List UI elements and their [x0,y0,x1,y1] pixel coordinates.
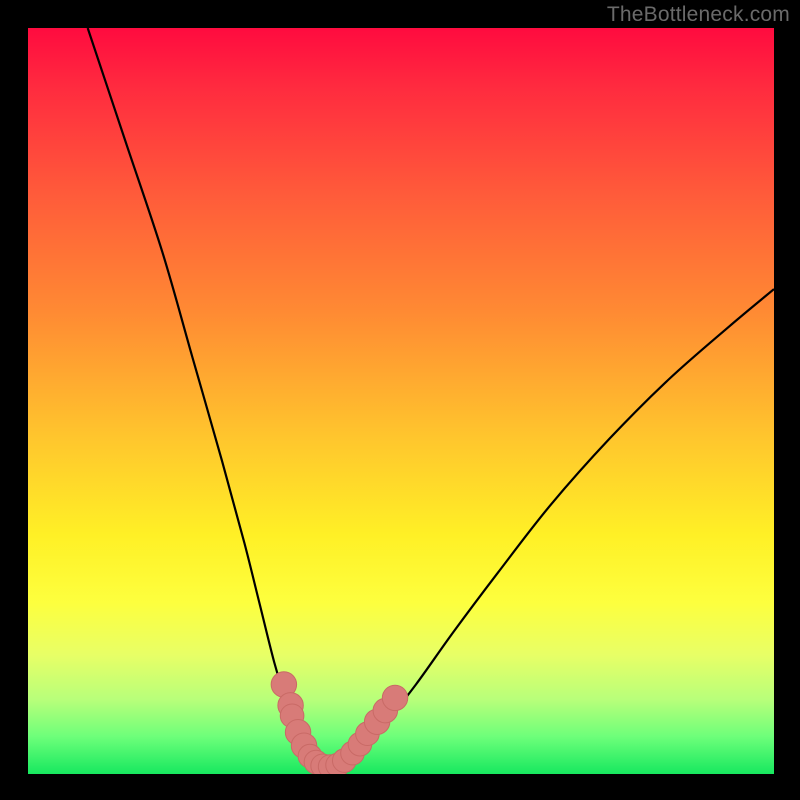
watermark-text: TheBottleneck.com [607,3,790,27]
chart-svg [28,28,774,774]
chart-plot-area [28,28,774,774]
chart-marker [382,685,407,710]
bottleneck-curve-path [88,28,774,767]
chart-frame: TheBottleneck.com [0,0,800,800]
chart-markers [271,672,408,774]
